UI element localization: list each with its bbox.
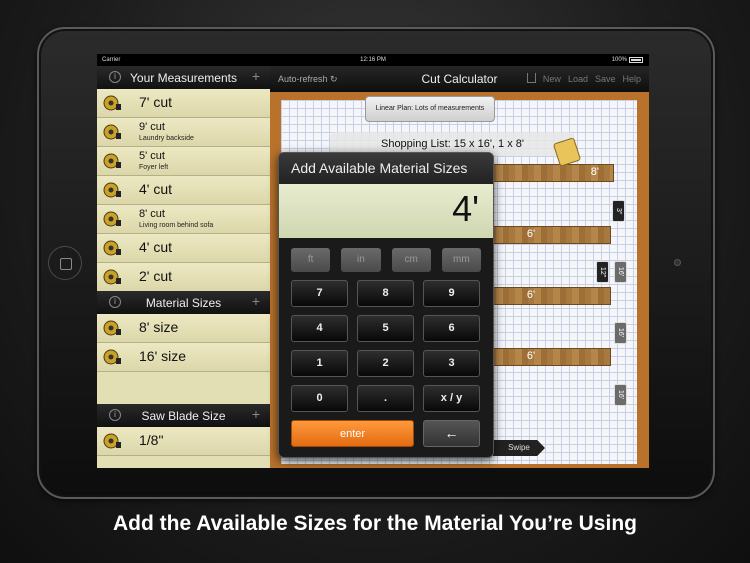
measurements-header-label: Your Measurements (130, 70, 237, 85)
item-note: Living room behind sofa (139, 222, 214, 229)
tape-measure-icon (103, 349, 121, 365)
add-saw-icon[interactable]: + (252, 406, 260, 422)
material-header-label: Material Sizes (145, 295, 222, 310)
materials-empty-space (97, 372, 270, 404)
load-button[interactable]: Load (568, 74, 588, 84)
battery-indicator: 100% (612, 54, 643, 66)
item-label: 8' cut (139, 208, 165, 220)
add-measurement-icon[interactable]: + (252, 68, 260, 84)
unit-button-cm[interactable]: cm (391, 248, 431, 272)
bottom-row: enter ← (279, 412, 493, 447)
nav-buttons: New Load Save Help (526, 73, 641, 84)
unit-buttons: ft in cm mm (279, 238, 493, 272)
tape-measure-icon (103, 153, 121, 169)
list-item[interactable]: 5' cut Foyer left (97, 147, 270, 176)
list-item[interactable]: 2' cut (97, 263, 270, 292)
nav-bar: Auto-refresh ↻ Cut Calculator New Load S… (270, 66, 649, 92)
saw-header-label: Saw Blade Size (141, 408, 226, 423)
item-label: 4' cut (139, 239, 173, 255)
list-item[interactable]: 16' size (97, 343, 270, 372)
help-button[interactable]: Help (622, 74, 641, 84)
tape-measure-icon (103, 240, 121, 256)
key-button[interactable]: 3 (423, 350, 480, 377)
tag: 16' (614, 384, 627, 406)
list-item[interactable]: 8' cut Living room behind sofa (97, 205, 270, 234)
material-size-popup: Add Available Material Sizes 4' ft in cm mm… (278, 152, 494, 458)
battery-icon (629, 57, 643, 63)
list-item[interactable]: 1/8" (97, 427, 270, 456)
status-bar: Carrier 12:16 PM 100% (97, 54, 649, 66)
swipe-hint[interactable]: Swipe (493, 440, 545, 456)
enter-button[interactable]: enter (291, 420, 414, 447)
list-item[interactable]: 4' cut (97, 234, 270, 263)
save-button[interactable]: Save (595, 74, 616, 84)
key-button[interactable]: 8 (357, 280, 414, 307)
materials-list: 8' size 16' size (97, 314, 270, 372)
item-note: Laundry backside (139, 135, 194, 142)
item-label: 8' size (139, 319, 179, 335)
saw-list: 1/8" (97, 427, 270, 456)
key-button[interactable]: x / y (423, 385, 480, 412)
key-button[interactable]: 5 (357, 315, 414, 342)
key-button[interactable]: 1 (291, 350, 348, 377)
unit-button-in[interactable]: in (341, 248, 381, 272)
key-button[interactable]: 7 (291, 280, 348, 307)
status-time: 12:16 PM (360, 57, 386, 63)
key-button[interactable]: 9 (423, 280, 480, 307)
saw-header: i Saw Blade Size + (97, 404, 270, 427)
key-button[interactable]: 0 (291, 385, 348, 412)
list-item[interactable]: 7' cut (97, 89, 270, 118)
sidebar: i Your Measurements + 7' cut 9' cut Laundr… (97, 66, 270, 468)
tape-measure-icon (103, 433, 121, 449)
item-label: 5' cut (139, 150, 165, 162)
unit-button-mm[interactable]: mm (441, 248, 481, 272)
key-button[interactable]: 6 (423, 315, 480, 342)
new-button[interactable]: New (543, 74, 561, 84)
item-label: 7' cut (139, 94, 173, 110)
measurements-list: 7' cut 9' cut Laundry backside 5' cut Foyer … (97, 89, 270, 292)
popup-title: Add Available Material Sizes (279, 153, 493, 184)
plan-tab[interactable]: Linear Plan: Lots of measurements (365, 96, 495, 122)
item-note: Foyer left (139, 164, 169, 171)
home-button[interactable] (48, 246, 82, 280)
camera-icon (674, 259, 681, 266)
tag: 3" (612, 200, 625, 222)
tape-measure-icon (103, 269, 121, 285)
share-icon[interactable] (526, 73, 536, 83)
tape-measure-icon (103, 124, 121, 140)
add-material-icon[interactable]: + (252, 293, 260, 309)
item-label: 9' cut (139, 121, 165, 133)
tag: 12" (596, 261, 609, 283)
keypad-grid: 789 456 123 0. x / y (279, 272, 493, 412)
key-button[interactable]: 4 (291, 315, 348, 342)
material-header: i Material Sizes + (97, 291, 270, 314)
item-label: 2' cut (139, 268, 173, 284)
tape-measure-icon (103, 182, 121, 198)
list-item[interactable]: 9' cut Laundry backside (97, 118, 270, 147)
tape-measure-icon (103, 320, 121, 336)
promo-caption: Add the Available Sizes for the Material… (113, 512, 637, 535)
key-button[interactable]: . (357, 385, 414, 412)
value-display: 4' (279, 184, 493, 238)
tag: 16' (614, 261, 627, 283)
backspace-button[interactable]: ← (423, 420, 480, 447)
display-value: 4' (452, 188, 479, 229)
tape-measure-icon (103, 95, 121, 111)
tag: 16' (614, 322, 627, 344)
item-label: 4' cut (139, 181, 173, 197)
item-label: 1/8" (139, 432, 164, 448)
unit-button-ft[interactable]: ft (291, 248, 331, 272)
tape-measure-icon (103, 211, 121, 227)
list-item[interactable]: 4' cut (97, 176, 270, 205)
key-button[interactable]: 2 (357, 350, 414, 377)
list-item[interactable]: 8' size (97, 314, 270, 343)
measurements-header: i Your Measurements + (97, 66, 270, 89)
battery-percent: 100% (611, 57, 627, 63)
item-label: 16' size (139, 348, 187, 364)
